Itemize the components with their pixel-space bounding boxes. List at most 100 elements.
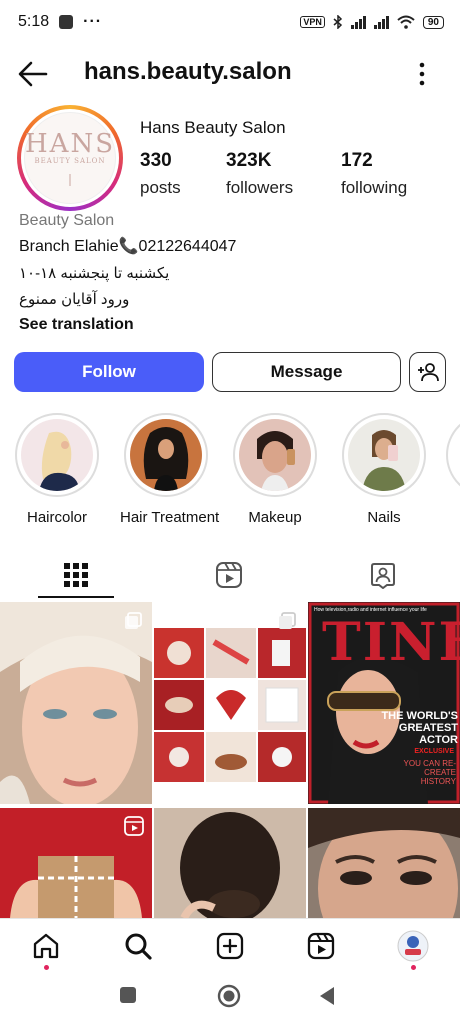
- highlight-label: Hair Treatment: [120, 509, 220, 526]
- magazine-exclusive: EXCLUSIVE: [414, 748, 454, 755]
- nav-profile[interactable]: [396, 929, 430, 970]
- wifi-icon: [397, 15, 415, 29]
- stat-following-value: 172: [341, 150, 373, 171]
- highlight-ring: [342, 413, 426, 497]
- stat-posts[interactable]: 330 posts: [140, 150, 181, 198]
- signal-2-icon: [373, 15, 389, 29]
- stat-followers-label: followers: [226, 178, 294, 197]
- grid-icon: [64, 563, 88, 587]
- post-tile[interactable]: [0, 808, 152, 918]
- bio-branch-phone: Branch Elahie📞02122644047: [19, 238, 237, 255]
- magazine-headline: THE WORLD'S GREATEST ACTOR: [381, 710, 458, 747]
- highlight-ring: [446, 413, 460, 497]
- status-left: 5:18 ···: [18, 13, 102, 31]
- highlight-makeup[interactable]: Makeup: [229, 413, 321, 526]
- follow-button[interactable]: Follow: [14, 352, 204, 392]
- logo-mark-icon: [69, 174, 71, 186]
- post-tile[interactable]: [154, 808, 306, 918]
- status-time: 5:18: [18, 13, 50, 30]
- vpn-badge: VPN: [300, 16, 325, 28]
- haircolor-illustration: [39, 431, 79, 491]
- nails-illustration: [362, 430, 406, 491]
- profile-category: Beauty Salon: [19, 212, 115, 229]
- nav-create[interactable]: [213, 929, 247, 963]
- suggest-people-button[interactable]: [409, 352, 446, 392]
- tab-tagged[interactable]: [345, 552, 421, 598]
- story-ring[interactable]: HANS BEAUTY SALON: [17, 105, 123, 211]
- stat-followers[interactable]: 323K followers: [226, 150, 293, 198]
- post-tile[interactable]: How television,radio and internet influe…: [308, 602, 460, 804]
- highlight-label: Makeup: [248, 509, 302, 526]
- highlight-image: [21, 419, 93, 491]
- status-right: VPN 90: [300, 15, 444, 29]
- system-nav: [0, 972, 460, 1024]
- notification-dot: [411, 965, 416, 970]
- see-translation-link[interactable]: See translation: [19, 316, 134, 334]
- battery-indicator: 90: [422, 15, 444, 29]
- profile-full-name: Hans Beauty Salon: [140, 118, 286, 137]
- avatar-frame: HANS BEAUTY SALON: [21, 109, 119, 207]
- nav-home[interactable]: [29, 929, 63, 970]
- home-icon: [33, 933, 59, 959]
- arrow-left-icon[interactable]: [18, 60, 48, 88]
- highlight-hair-treatment[interactable]: Hair Treatment: [120, 413, 220, 526]
- stat-following[interactable]: 172 following: [341, 150, 407, 198]
- profile-icon: [397, 930, 429, 962]
- stat-followers-value: 323K: [226, 150, 272, 171]
- highlight-image: [239, 419, 311, 491]
- nav-reels[interactable]: [304, 929, 338, 963]
- stat-posts-label: posts: [140, 178, 181, 197]
- tab-reels[interactable]: [191, 552, 267, 598]
- highlight-image: [348, 419, 420, 491]
- hair-treatment-illustration: [143, 427, 189, 491]
- magazine-title: TINE: [322, 612, 460, 673]
- highlight-haircolor[interactable]: Haircolor: [11, 413, 103, 526]
- highlight-nails[interactable]: Nails: [338, 413, 430, 526]
- status-bar: 5:18 ··· VPN 90: [0, 0, 460, 44]
- highlight-label: Haircolor: [26, 509, 87, 526]
- home-button-icon[interactable]: [217, 984, 241, 1008]
- highlight-partial[interactable]: [446, 413, 460, 497]
- profile-header: hans.beauty.salon: [0, 52, 460, 96]
- post-tile[interactable]: [308, 808, 460, 918]
- signal-1-icon: [350, 15, 366, 29]
- bio-note: ورود آقایان ممنوع: [19, 291, 130, 308]
- tab-grid[interactable]: [38, 552, 114, 598]
- recents-icon[interactable]: [119, 986, 137, 1004]
- bio-hours: یکشنبه تا پنجشنبه ۱۸-۱۰: [19, 265, 170, 282]
- search-icon: [125, 933, 152, 960]
- post-tile[interactable]: [0, 602, 152, 804]
- notification-icon: [59, 15, 74, 29]
- create-icon: [216, 932, 244, 960]
- avatar-logo: HANS: [25, 129, 116, 159]
- tagged-icon: [371, 563, 395, 589]
- stat-following-label: following: [341, 178, 408, 197]
- avatar: HANS BEAUTY SALON: [24, 112, 116, 204]
- tab-active-indicator: [38, 596, 114, 598]
- bluetooth-icon: [333, 15, 342, 29]
- post-image: [154, 808, 306, 918]
- makeup-illustration: [257, 431, 295, 491]
- nav-search[interactable]: [121, 929, 155, 963]
- back-triangle-icon[interactable]: [318, 986, 336, 1006]
- highlight-image: [130, 419, 202, 491]
- post-tile[interactable]: [154, 602, 306, 804]
- reels-icon: [216, 562, 242, 588]
- highlight-label: Nails: [367, 509, 401, 526]
- multi-image-icon: [125, 612, 142, 629]
- avatar-logo-sub: BEAUTY SALON: [34, 157, 106, 165]
- reel-indicator-icon: [124, 816, 144, 836]
- highlight-ring: [233, 413, 317, 497]
- notification-dot: [44, 965, 49, 970]
- status-more-dots: ···: [83, 13, 103, 30]
- stat-posts-value: 330: [140, 150, 172, 171]
- post-image: [0, 602, 152, 804]
- post-image: [154, 602, 306, 804]
- magazine-subline: YOU CAN RE-CREATE HISTORY: [403, 759, 456, 786]
- profile-username: hans.beauty.salon: [84, 58, 292, 85]
- multi-image-icon: [279, 612, 296, 629]
- message-button[interactable]: Message: [212, 352, 401, 392]
- reels-icon: [307, 932, 335, 960]
- post-image: [308, 808, 460, 918]
- vertical-dots-icon[interactable]: [412, 60, 432, 88]
